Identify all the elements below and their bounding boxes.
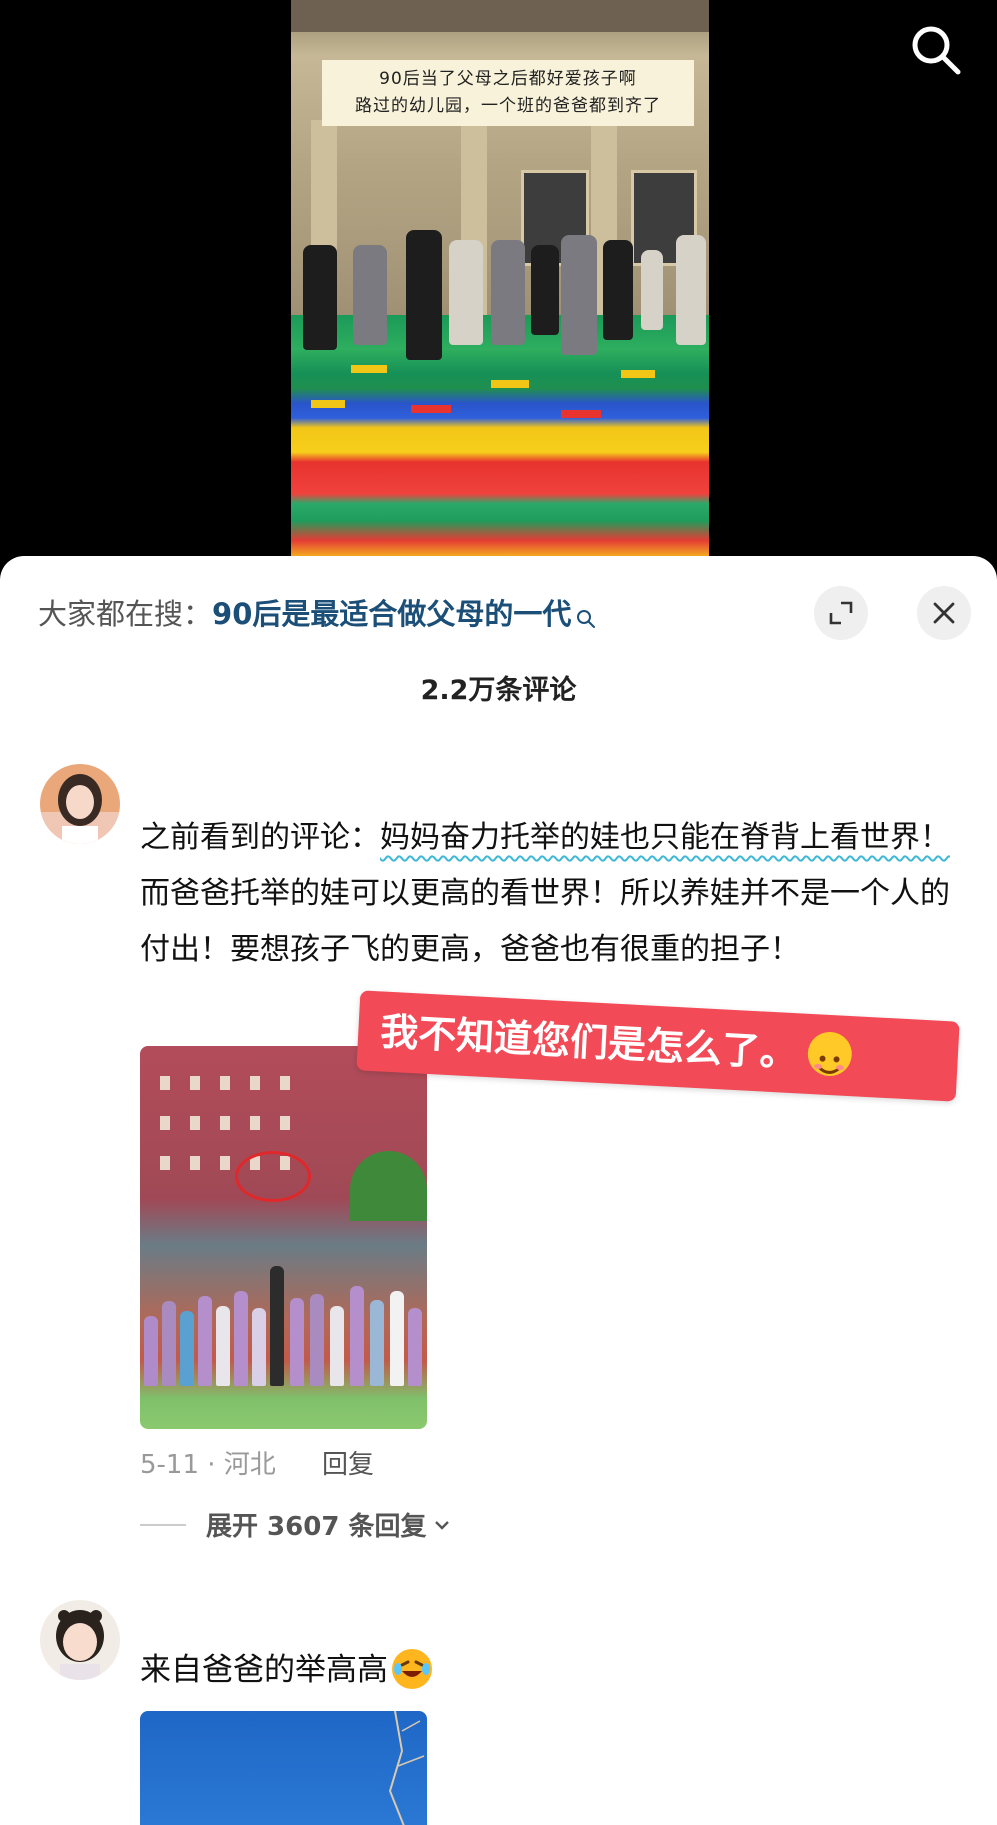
person (234, 1291, 248, 1386)
building-window (280, 1076, 290, 1090)
floor-tile (561, 410, 601, 418)
video-caption-line: 90后当了父母之后都好爱孩子啊 (379, 69, 637, 89)
building-window (250, 1076, 260, 1090)
person (252, 1308, 266, 1386)
video-player[interactable]: 90后当了父母之后都好爱孩子啊 路过的幼儿园，一个班的爸爸都到齐了 (0, 0, 997, 560)
building-window (160, 1076, 170, 1090)
person (491, 240, 525, 345)
comment-text: 而爸爸托举的娃可以更高的看世界！所以养娃并不是一个人的付出！要想孩子飞的更高，爸… (140, 876, 950, 967)
crowd (140, 1266, 427, 1386)
comment-text: 之前看到的评论： (140, 820, 380, 855)
building-window (250, 1116, 260, 1130)
expand-button[interactable] (814, 586, 868, 640)
person (676, 235, 706, 345)
person (408, 1308, 422, 1386)
floor-tile (491, 380, 529, 388)
building-window (190, 1116, 200, 1130)
comment-photo[interactable] (140, 1711, 427, 1825)
avatar[interactable] (40, 764, 120, 844)
comment-photo[interactable] (140, 1046, 427, 1429)
video-frame[interactable]: 90后当了父母之后都好爱孩子啊 路过的幼儿园，一个班的爸爸都到齐了 (291, 0, 709, 560)
chevron-down-icon (435, 1520, 450, 1530)
building-window (190, 1076, 200, 1090)
close-button[interactable] (917, 586, 971, 640)
person (270, 1266, 284, 1386)
person (303, 245, 337, 350)
person (641, 250, 663, 330)
building-window (220, 1156, 230, 1170)
divider-line (140, 1523, 186, 1526)
person (406, 230, 442, 360)
floor-tile (621, 370, 655, 378)
person (531, 245, 559, 335)
person (144, 1316, 158, 1386)
comment-count: 2.2万条评论 (420, 675, 577, 706)
comment-highlight: 妈妈奋力托举的娃也只能在脊背上看世界！ (380, 820, 950, 855)
expand-replies-button[interactable]: 展开 3607 条回复 (140, 1506, 452, 1543)
comment-body: 来自爸爸的举高高 (140, 1646, 432, 1694)
hot-search-bar: 大家都在搜：90后是最适合做父母的一代 (38, 592, 597, 636)
floor-tile (351, 365, 387, 373)
person (198, 1296, 212, 1386)
sticker-text: 我不知道您们是怎么了。 (379, 1009, 799, 1076)
comments-sheet: 大家都在搜：90后是最适合做父母的一代 2.2万条评论 之前看到的评论：妈妈奋力… (0, 556, 997, 1825)
building-window (220, 1076, 230, 1090)
video-caption: 90后当了父母之后都好爱孩子啊 路过的幼儿园，一个班的爸爸都到齐了 (322, 60, 694, 126)
person (353, 245, 387, 345)
floor-tile (311, 400, 345, 408)
red-circle-annotation (235, 1151, 311, 1202)
person (310, 1294, 324, 1386)
comment-body: 之前看到的评论：妈妈奋力托举的娃也只能在脊背上看世界！ 而爸爸托举的娃可以更高的看… (140, 810, 960, 978)
avatar-image (40, 1600, 120, 1680)
building-window (160, 1116, 170, 1130)
building-roof (291, 0, 709, 32)
person (180, 1311, 194, 1386)
hot-search-term[interactable]: 90后是最适合做父母的一代 (212, 597, 571, 631)
building-window (220, 1116, 230, 1130)
sky-photo (388, 1711, 425, 1825)
person (350, 1286, 364, 1386)
person (561, 235, 597, 355)
smile-emoji-icon (806, 1030, 853, 1077)
building-window (190, 1156, 200, 1170)
person (216, 1306, 230, 1386)
floor-tile (411, 405, 451, 413)
expand-icon (829, 601, 853, 625)
video-caption-line: 路过的幼儿园，一个班的爸爸都到齐了 (355, 96, 661, 116)
search-icon[interactable] (575, 598, 597, 642)
playground-floor (291, 315, 709, 560)
person (370, 1300, 384, 1386)
hot-search-label: 大家都在搜： (38, 597, 213, 631)
reply-button[interactable]: 回复 (322, 1444, 374, 1481)
laugh-cry-emoji-icon (392, 1648, 432, 1689)
building-window (160, 1156, 170, 1170)
person (330, 1306, 344, 1386)
person (390, 1291, 404, 1386)
person (162, 1301, 176, 1386)
comment-text: 来自爸爸的举高高 (140, 1652, 388, 1688)
search-button[interactable] (908, 22, 964, 78)
expand-replies-label: 展开 3607 条回复 (206, 1512, 427, 1542)
avatar-image (40, 764, 120, 844)
sticker-overlay: 我不知道您们是怎么了。 (356, 990, 960, 1102)
comment-meta: 5-11 · 河北 (140, 1450, 276, 1480)
search-icon (912, 26, 961, 75)
tree (350, 1151, 427, 1221)
close-icon (933, 602, 955, 624)
building-window (280, 1116, 290, 1130)
person (290, 1298, 304, 1386)
avatar[interactable] (40, 1600, 120, 1680)
person (603, 240, 633, 340)
person (449, 240, 483, 345)
